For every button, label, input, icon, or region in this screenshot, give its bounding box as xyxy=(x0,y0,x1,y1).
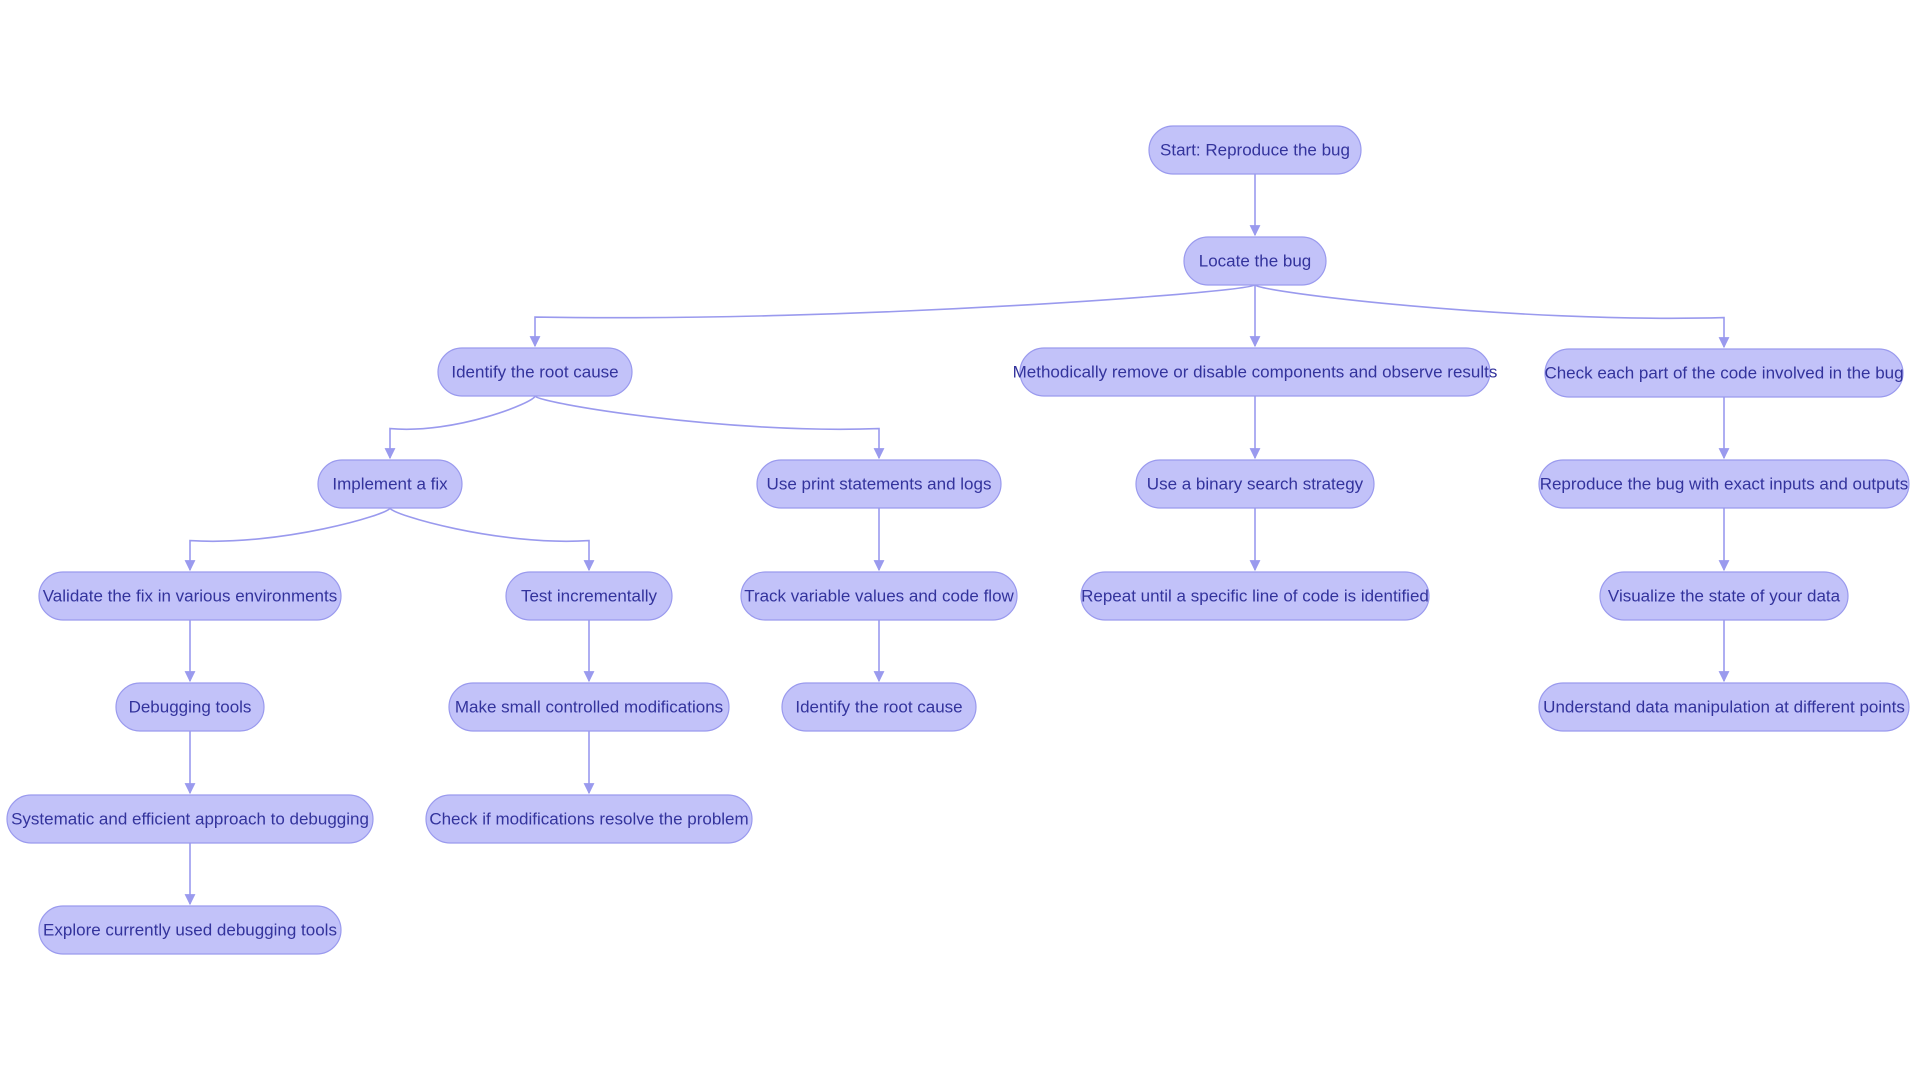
node-shape xyxy=(1538,459,1910,509)
node-debugging-tools[interactable]: Debugging tools xyxy=(115,682,265,732)
node-repeat-until-a-specific-line-of-code-is-identifi[interactable]: Repeat until a specific line of code is … xyxy=(1080,571,1430,621)
node-identify-the-root-cause[interactable]: Identify the root cause xyxy=(781,682,977,732)
node-shape xyxy=(115,682,265,732)
edge-n6-to-n11 xyxy=(389,507,595,572)
node-shape xyxy=(38,571,342,621)
node-shape xyxy=(1544,348,1904,398)
node-make-small-controlled-modifications[interactable]: Make small controlled modifications xyxy=(448,682,730,732)
node-visualize-the-state-of-your-data[interactable]: Visualize the state of your data xyxy=(1599,571,1849,621)
node-use-print-statements-and-logs[interactable]: Use print statements and logs xyxy=(756,459,1002,509)
node-test-incrementally[interactable]: Test incrementally xyxy=(505,571,673,621)
node-shape xyxy=(740,571,1018,621)
edge-n6-to-n10 xyxy=(184,507,391,572)
node-shape xyxy=(38,905,342,955)
edge-n2-to-n5 xyxy=(1254,284,1730,349)
node-methodically-remove-or-disable-components-and-ob[interactable]: Methodically remove or disable component… xyxy=(1013,347,1498,397)
edge-n2-to-n3 xyxy=(529,284,1256,348)
node-shape xyxy=(1183,236,1327,286)
node-check-each-part-of-the-code-involved-in-the-bug[interactable]: Check each part of the code involved in … xyxy=(1544,348,1904,398)
node-shape xyxy=(1135,459,1375,509)
node-shape xyxy=(1019,347,1491,397)
flowchart-canvas: Start: Reproduce the bug Locate the bug Id… xyxy=(0,0,1920,1080)
edge-n3-to-n7 xyxy=(534,395,885,460)
node-shape xyxy=(756,459,1002,509)
node-systematic-and-efficient-approach-to-debugging[interactable]: Systematic and efficient approach to deb… xyxy=(6,794,374,844)
edge-n3-to-n6 xyxy=(384,395,536,460)
node-validate-the-fix-in-various-environments[interactable]: Validate the fix in various environments xyxy=(38,571,342,621)
node-shape xyxy=(425,794,753,844)
node-track-variable-values-and-code-flow[interactable]: Track variable values and code flow xyxy=(740,571,1018,621)
node-implement-a-fix[interactable]: Implement a fix xyxy=(317,459,463,509)
node-shape xyxy=(437,347,633,397)
node-locate-the-bug[interactable]: Locate the bug xyxy=(1183,236,1327,286)
node-explore-currently-used-debugging-tools[interactable]: Explore currently used debugging tools xyxy=(38,905,342,955)
node-start-reproduce-the-bug[interactable]: Start: Reproduce the bug xyxy=(1148,125,1362,175)
edges-layer xyxy=(184,174,1730,906)
node-shape xyxy=(505,571,673,621)
node-use-a-binary-search-strategy[interactable]: Use a binary search strategy xyxy=(1135,459,1375,509)
node-shape xyxy=(448,682,730,732)
node-shape xyxy=(1599,571,1849,621)
node-understand-data-manipulation-at-different-points[interactable]: Understand data manipulation at differen… xyxy=(1538,682,1910,732)
node-shape xyxy=(1080,571,1430,621)
nodes-layer: Start: Reproduce the bug Locate the bug Id… xyxy=(6,125,1910,955)
node-shape xyxy=(781,682,977,732)
node-shape xyxy=(6,794,374,844)
node-shape xyxy=(317,459,463,509)
node-shape xyxy=(1148,125,1362,175)
node-reproduce-the-bug-with-exact-inputs-and-outputs[interactable]: Reproduce the bug with exact inputs and … xyxy=(1538,459,1910,509)
flowchart-diagram: Start: Reproduce the bug Locate the bug Id… xyxy=(6,125,1910,955)
node-identify-the-root-cause[interactable]: Identify the root cause xyxy=(437,347,633,397)
node-shape xyxy=(1538,682,1910,732)
node-check-if-modifications-resolve-the-problem[interactable]: Check if modifications resolve the probl… xyxy=(425,794,753,844)
